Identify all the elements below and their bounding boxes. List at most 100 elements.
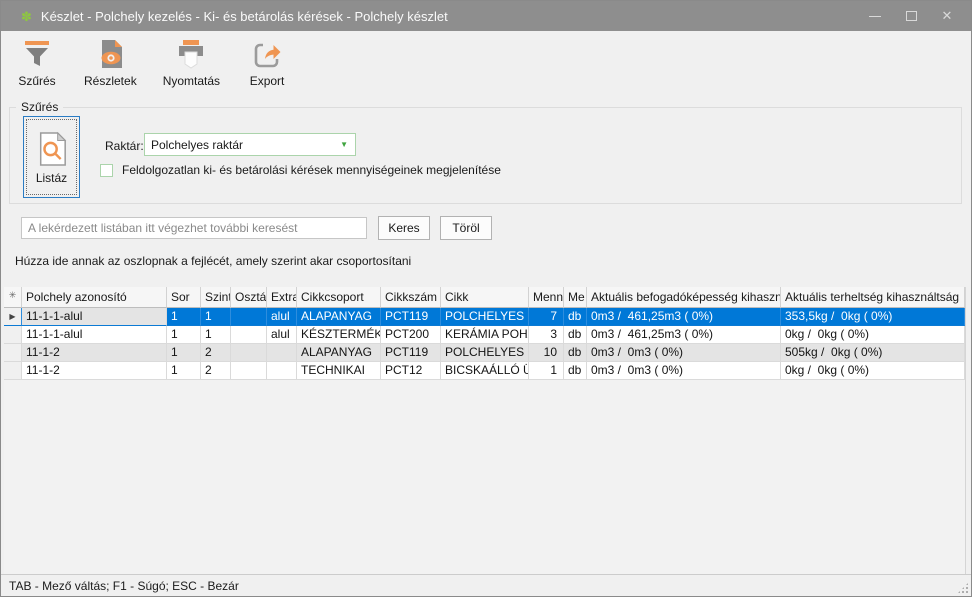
resize-grip[interactable]: [957, 582, 969, 594]
cell-me[interactable]: db: [564, 308, 587, 326]
cell-szint[interactable]: 2: [201, 344, 231, 362]
window-title: Készlet - Polchely kezelés - Ki- és betá…: [41, 9, 448, 24]
maximize-button[interactable]: [893, 1, 929, 31]
details-button-label: Részletek: [84, 74, 137, 88]
cell-extra[interactable]: alul: [267, 326, 297, 344]
cell-cikk[interactable]: POLCHELYES CIK: [441, 344, 529, 362]
cell-oszta[interactable]: [231, 362, 267, 380]
details-eye-icon: [93, 37, 127, 73]
cell-cikkszam[interactable]: PCT12: [381, 362, 441, 380]
export-button[interactable]: Export: [239, 34, 295, 91]
cell-sor[interactable]: 1: [167, 326, 201, 344]
cell-sor[interactable]: 1: [167, 344, 201, 362]
cell-cikk[interactable]: BICSKAÁLLÓ ÜVE: [441, 362, 529, 380]
cell-terhelt[interactable]: 505kg / 0kg ( 0%): [781, 344, 965, 362]
column-header-polchely[interactable]: Polchely azonosító: [22, 287, 167, 308]
row-indicator: [4, 344, 22, 362]
printer-icon: [174, 37, 208, 73]
warehouse-select-value: Polchelyes raktár: [151, 138, 243, 152]
cell-me[interactable]: db: [564, 362, 587, 380]
list-button[interactable]: Listáz: [23, 116, 80, 198]
export-button-label: Export: [250, 74, 285, 88]
cell-cikkcsoport[interactable]: ALAPANYAG: [297, 344, 381, 362]
column-header-cikk[interactable]: Cikk: [441, 287, 529, 308]
column-header-befogado[interactable]: Aktuális befogadóképesség kihasznált: [587, 287, 781, 308]
column-header-menny[interactable]: Menny: [529, 287, 564, 308]
column-header-cikkszam[interactable]: Cikkszám: [381, 287, 441, 308]
table-row[interactable]: 11-1-2 1 2 ALAPANYAG PCT119 POLCHELYES C…: [4, 344, 965, 362]
cell-cikkcsoport[interactable]: ALAPANYAG: [297, 308, 381, 326]
cell-terhelt[interactable]: 0kg / 0kg ( 0%): [781, 326, 965, 344]
cell-befogado[interactable]: 0m3 / 0m3 ( 0%): [587, 344, 781, 362]
cell-extra[interactable]: alul: [267, 308, 297, 326]
column-header-sor[interactable]: Sor: [167, 287, 201, 308]
maximize-icon: [906, 11, 917, 21]
table-row[interactable]: 11-1-2 1 2 TECHNIKAI PCT12 BICSKAÁLLÓ ÜV…: [4, 362, 965, 380]
minimize-icon: [869, 16, 881, 17]
filter-button[interactable]: Szűrés: [9, 34, 65, 91]
clear-button[interactable]: Töröl: [440, 216, 492, 240]
cell-szint[interactable]: 1: [201, 308, 231, 326]
cell-menny[interactable]: 7: [529, 308, 564, 326]
minimize-button[interactable]: [857, 1, 893, 31]
cell-szint[interactable]: 2: [201, 362, 231, 380]
cell-cikk[interactable]: KERÁMIA POHÁR: [441, 326, 529, 344]
column-header-oszta[interactable]: Osztá: [231, 287, 267, 308]
cell-befogado[interactable]: 0m3 / 461,25m3 ( 0%): [587, 308, 781, 326]
cell-oszta[interactable]: [231, 344, 267, 362]
cell-polchely[interactable]: 11-1-1-alul: [22, 326, 167, 344]
cell-cikkcsoport[interactable]: KÉSZTERMÉK: [297, 326, 381, 344]
list-button-label: Listáz: [36, 171, 67, 185]
cell-polchely[interactable]: 11-1-2: [22, 344, 167, 362]
cell-menny[interactable]: 10: [529, 344, 564, 362]
cell-szint[interactable]: 1: [201, 326, 231, 344]
filter-icon: [20, 37, 54, 73]
column-header-terhelt[interactable]: Aktuális terheltség kihasználtság: [781, 287, 965, 308]
cell-me[interactable]: db: [564, 344, 587, 362]
window-controls: ✕: [857, 1, 965, 31]
cell-extra[interactable]: [267, 362, 297, 380]
cell-oszta[interactable]: [231, 326, 267, 344]
search-input[interactable]: [21, 217, 367, 239]
column-header-szint[interactable]: Szint: [201, 287, 231, 308]
close-button[interactable]: ✕: [929, 1, 965, 31]
search-button[interactable]: Keres: [378, 216, 430, 240]
filter-button-label: Szűrés: [18, 74, 55, 88]
details-button[interactable]: Részletek: [77, 34, 144, 91]
table-row[interactable]: 11-1-1-alul 1 1 alul KÉSZTERMÉK PCT200 K…: [4, 326, 965, 344]
cell-cikk[interactable]: POLCHELYES CIK: [441, 308, 529, 326]
row-indicator: [4, 362, 22, 380]
cell-cikkszam[interactable]: PCT200: [381, 326, 441, 344]
statusbar-text: TAB - Mező váltás; F1 - Súgó; ESC - Bezá…: [9, 579, 239, 593]
header-asterisk-icon[interactable]: ✳: [4, 287, 22, 308]
cell-menny[interactable]: 1: [529, 362, 564, 380]
unprocessed-requests-checkbox-label[interactable]: Feldolgozatlan ki- és betárolási kérések…: [122, 163, 501, 177]
print-button[interactable]: Nyomtatás: [156, 34, 227, 91]
document-search-icon: [36, 130, 68, 168]
cell-polchely[interactable]: 11-1-2: [22, 362, 167, 380]
cell-menny[interactable]: 3: [529, 326, 564, 344]
column-header-cikkcsoport[interactable]: Cikkcsoport: [297, 287, 381, 308]
app-icon: ✽: [21, 10, 32, 23]
cell-terhelt[interactable]: 0kg / 0kg ( 0%): [781, 362, 965, 380]
cell-befogado[interactable]: 0m3 / 461,25m3 ( 0%): [587, 326, 781, 344]
cell-cikkszam[interactable]: PCT119: [381, 308, 441, 326]
cell-oszta[interactable]: [231, 308, 267, 326]
export-arrow-icon: [250, 37, 284, 73]
column-header-extra[interactable]: Extra: [267, 287, 297, 308]
warehouse-select[interactable]: Polchelyes raktár ▼: [144, 133, 356, 156]
cell-polchely[interactable]: 11-1-1-alul: [22, 308, 167, 326]
cell-befogado[interactable]: 0m3 / 0m3 ( 0%): [587, 362, 781, 380]
column-header-me[interactable]: Me: [564, 287, 587, 308]
cell-cikkcsoport[interactable]: TECHNIKAI: [297, 362, 381, 380]
close-icon: ✕: [942, 8, 953, 24]
table-row[interactable]: ▶ 11-1-1-alul 1 1 alul ALAPANYAG PCT119 …: [4, 308, 965, 326]
cell-me[interactable]: db: [564, 326, 587, 344]
cell-sor[interactable]: 1: [167, 308, 201, 326]
unprocessed-requests-checkbox[interactable]: [100, 164, 113, 177]
cell-cikkszam[interactable]: PCT119: [381, 344, 441, 362]
cell-terhelt[interactable]: 353,5kg / 0kg ( 0%): [781, 308, 965, 326]
group-by-hint: Húzza ide annak az oszlopnak a fejlécét,…: [15, 254, 411, 268]
cell-extra[interactable]: [267, 344, 297, 362]
cell-sor[interactable]: 1: [167, 362, 201, 380]
